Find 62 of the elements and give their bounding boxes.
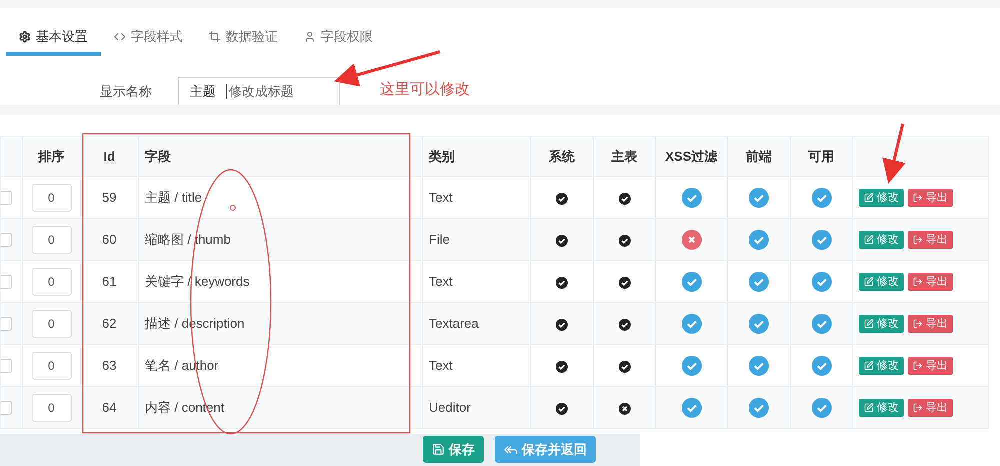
save-icon — [432, 443, 445, 456]
gear-icon — [19, 31, 31, 43]
column-header: 可用 — [790, 136, 852, 176]
export-button[interactable]: 导出 — [908, 230, 953, 248]
annotation-dot — [230, 205, 236, 211]
export-button[interactable]: 导出 — [908, 398, 953, 416]
order-field[interactable]: 0 — [32, 268, 72, 296]
crop-icon — [209, 31, 221, 43]
column-header: XSS过滤 — [656, 136, 728, 176]
column-header: 排序 — [22, 136, 80, 176]
tab[interactable]: 基本设置 — [6, 22, 101, 56]
export-button[interactable]: 导出 — [908, 356, 953, 374]
table-cell: 64 — [80, 386, 138, 428]
column-header: 主表 — [594, 136, 656, 176]
edit-icon — [864, 276, 874, 286]
edit-button[interactable]: 修改 — [859, 230, 904, 248]
exit-icon — [913, 234, 923, 244]
edit-button[interactable]: 修改 — [859, 272, 904, 290]
row-checkbox[interactable] — [2, 191, 12, 206]
table-cell: Ueditor — [422, 386, 530, 428]
row-checkbox[interactable] — [2, 401, 12, 416]
annotation-arrow — [882, 124, 906, 184]
edit-button[interactable]: 修改 — [859, 188, 904, 206]
order-field[interactable]: 0 — [32, 394, 72, 422]
export-button[interactable]: 导出 — [908, 272, 953, 290]
row-checkbox[interactable] — [2, 275, 12, 290]
column-header: 字段 — [138, 136, 422, 176]
save-return-button[interactable]: 保存并返回 — [495, 436, 596, 463]
row-checkbox[interactable] — [2, 359, 12, 374]
edit-icon — [864, 318, 874, 328]
tab[interactable]: 字段样式 — [101, 22, 196, 56]
export-button[interactable]: 导出 — [908, 314, 953, 332]
column-header: Id — [80, 136, 138, 176]
edit-icon — [864, 402, 874, 412]
code-icon — [114, 31, 126, 43]
field-label: 显示名称 — [100, 83, 153, 101]
row-checkbox[interactable] — [2, 317, 12, 332]
annotation-note: 这里可以修改 — [380, 80, 470, 100]
edit-button[interactable]: 修改 — [859, 314, 904, 332]
exit-icon — [913, 402, 923, 412]
tab[interactable]: 字段权限 — [291, 22, 386, 56]
edit-button[interactable]: 修改 — [859, 398, 904, 416]
row-checkbox[interactable] — [2, 233, 12, 248]
order-field[interactable]: 0 — [32, 226, 72, 254]
order-field[interactable]: 0 — [32, 310, 72, 338]
user-icon — [304, 31, 316, 43]
exit-icon — [913, 360, 923, 370]
exit-icon — [913, 318, 923, 328]
edit-icon — [864, 234, 874, 244]
order-field[interactable]: 0 — [32, 184, 72, 212]
edit-icon — [864, 192, 874, 202]
tab[interactable]: 数据验证 — [196, 22, 291, 56]
edit-button[interactable]: 修改 — [859, 356, 904, 374]
edit-icon — [864, 360, 874, 370]
save-button[interactable]: 保存 — [423, 436, 484, 463]
export-button[interactable]: 导出 — [908, 188, 953, 206]
exit-icon — [913, 192, 923, 202]
column-header: 类别 — [422, 136, 530, 176]
order-field[interactable]: 0 — [32, 352, 72, 380]
exit-icon — [913, 276, 923, 286]
column-header: 前端 — [728, 136, 790, 176]
column-header: 系统 — [530, 136, 594, 176]
